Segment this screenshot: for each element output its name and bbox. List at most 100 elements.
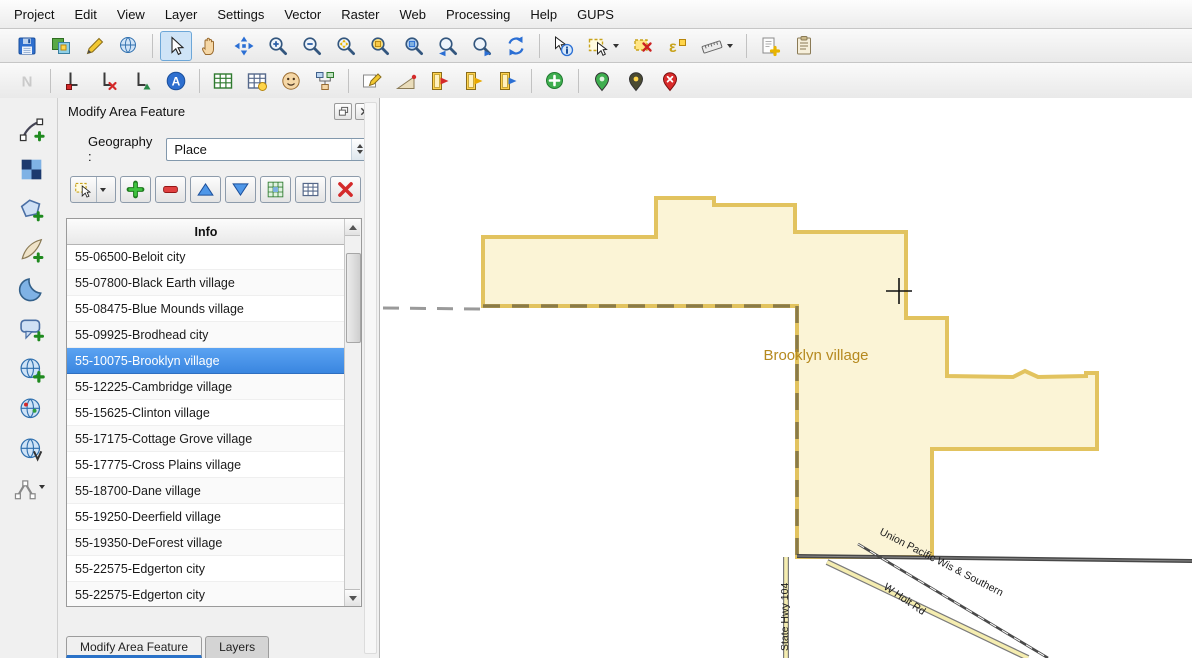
menu-vector[interactable]: Vector: [274, 2, 331, 27]
list-item[interactable]: 55-17175-Cottage Grove village: [67, 426, 345, 452]
digitize-pen-button[interactable]: [79, 31, 111, 61]
menu-raster[interactable]: Raster: [331, 2, 389, 27]
import-door-yellow-button[interactable]: [458, 66, 490, 96]
menu-web[interactable]: Web: [390, 2, 437, 27]
list-item[interactable]: 55-08475-Blue Mounds village: [67, 296, 345, 322]
pan-to-selection-button[interactable]: [228, 31, 260, 61]
menu-processing[interactable]: Processing: [436, 2, 520, 27]
pb-close-button[interactable]: [330, 176, 361, 203]
tab-modify-area-feature[interactable]: Modify Area Feature: [66, 636, 202, 658]
crescent-button[interactable]: [8, 268, 50, 306]
polygon-add-icon: [18, 196, 40, 218]
pb-select-dropdown[interactable]: [96, 177, 109, 202]
annotation-move-button[interactable]: [126, 66, 158, 96]
marker-green-button[interactable]: [586, 66, 618, 96]
save-button[interactable]: [11, 31, 43, 61]
menu-layer[interactable]: Layer: [155, 2, 208, 27]
zoom-to-layer-button[interactable]: [398, 31, 430, 61]
cursor-arrow-button[interactable]: [160, 31, 192, 61]
list-item[interactable]: 55-19350-DeForest village: [67, 530, 345, 556]
list-item[interactable]: 55-06500-Beloit city: [67, 244, 345, 270]
zoom-full-button[interactable]: [330, 31, 362, 61]
pb-grid-button[interactable]: [260, 176, 291, 203]
menu-settings[interactable]: Settings: [207, 2, 274, 27]
zoom-in-button[interactable]: [262, 31, 294, 61]
deselect-button[interactable]: [627, 31, 659, 61]
pan-hand-button[interactable]: [194, 31, 226, 61]
scroll-up-button[interactable]: [345, 219, 360, 236]
svg-text:A: A: [172, 74, 181, 88]
zoom-last-button[interactable]: [432, 31, 464, 61]
list-item-selected[interactable]: 55-10075-Brooklyn village: [67, 348, 345, 374]
select-features-dropdown-arrow-icon[interactable]: [613, 44, 619, 48]
pb-down-button[interactable]: [225, 176, 256, 203]
panel-float-button[interactable]: [334, 103, 352, 120]
pb-add-button[interactable]: [120, 176, 151, 203]
refresh-button[interactable]: [500, 31, 532, 61]
pb-up-button[interactable]: [190, 176, 221, 203]
vertex-tool-dropdown-arrow-icon[interactable]: [39, 485, 45, 489]
checkerboard-button[interactable]: [8, 148, 50, 186]
zoom-next-button[interactable]: [466, 31, 498, 61]
menu-project[interactable]: Project: [4, 2, 64, 27]
gups-layers-button[interactable]: [45, 31, 77, 61]
select-features-button[interactable]: [581, 31, 625, 61]
zoom-to-selection-button[interactable]: [364, 31, 396, 61]
globe-add-button[interactable]: [8, 348, 50, 386]
globe-plain-button[interactable]: [8, 388, 50, 426]
annotation-dot-button[interactable]: [58, 66, 90, 96]
menu-view[interactable]: View: [107, 2, 155, 27]
measure-dropdown-arrow-icon[interactable]: [727, 44, 733, 48]
show-bookmarks-button[interactable]: [788, 31, 820, 61]
list-item[interactable]: 55-07800-Black Earth village: [67, 270, 345, 296]
review-face-button[interactable]: [275, 66, 307, 96]
list-scrollbar[interactable]: [344, 219, 361, 606]
polygon-add-button[interactable]: [8, 188, 50, 226]
measure-button[interactable]: [695, 31, 739, 61]
panel-scrollbar[interactable]: [364, 102, 377, 654]
scroll-thumb[interactable]: [346, 253, 361, 343]
toggle-editing-button[interactable]: [356, 66, 388, 96]
tab-layers[interactable]: Layers: [205, 636, 269, 658]
import-door-blue-button[interactable]: [492, 66, 524, 96]
list-item[interactable]: 55-22575-Edgerton city: [67, 582, 345, 606]
list-item[interactable]: 55-12225-Cambridge village: [67, 374, 345, 400]
pb-remove-button[interactable]: [155, 176, 186, 203]
list-item[interactable]: 55-19250-Deerfield village: [67, 504, 345, 530]
list-item[interactable]: 55-22575-Edgerton city: [67, 556, 345, 582]
marker-dark-button[interactable]: [620, 66, 652, 96]
identify-button[interactable]: [547, 31, 579, 61]
select-expression-button[interactable]: ε: [661, 31, 693, 61]
list-item[interactable]: 55-17775-Cross Plains village: [67, 452, 345, 478]
zoom-out-button[interactable]: [296, 31, 328, 61]
feather-add-button[interactable]: [8, 228, 50, 266]
web-globe-button[interactable]: [113, 31, 145, 61]
callout-add-button[interactable]: [8, 308, 50, 346]
list-item[interactable]: 55-18700-Dane village: [67, 478, 345, 504]
menu-edit[interactable]: Edit: [64, 2, 106, 27]
menu-gups[interactable]: GUPS: [567, 2, 624, 27]
globe-v-button[interactable]: [8, 428, 50, 466]
map-canvas[interactable]: Brooklyn village State Hwy 104 W Holt Rd…: [380, 98, 1192, 658]
add-point-green-button[interactable]: [539, 66, 571, 96]
table-new-button[interactable]: [207, 66, 239, 96]
list-item[interactable]: 55-15625-Clinton village: [67, 400, 345, 426]
relationship-tree-button[interactable]: [309, 66, 341, 96]
import-door-red-button[interactable]: [424, 66, 456, 96]
menu-help[interactable]: Help: [520, 2, 567, 27]
table-open-button[interactable]: [241, 66, 273, 96]
globe-add-icon: [18, 356, 40, 378]
scroll-down-button[interactable]: [345, 589, 360, 606]
annotation-remove-button[interactable]: [92, 66, 124, 96]
modify-linear-button[interactable]: [8, 108, 50, 146]
marker-red-button[interactable]: [654, 66, 686, 96]
vertex-wedge-button[interactable]: [390, 66, 422, 96]
new-bookmark-button[interactable]: [754, 31, 786, 61]
list-item[interactable]: 55-09925-Brodhead city: [67, 322, 345, 348]
pb-table-button[interactable]: [295, 176, 326, 203]
pb-select-button[interactable]: [70, 176, 116, 203]
label-a-button[interactable]: A: [160, 66, 192, 96]
vertex-tool-button[interactable]: [7, 468, 51, 506]
toolbar-separator: [50, 69, 51, 93]
geography-select[interactable]: Place: [166, 138, 369, 161]
